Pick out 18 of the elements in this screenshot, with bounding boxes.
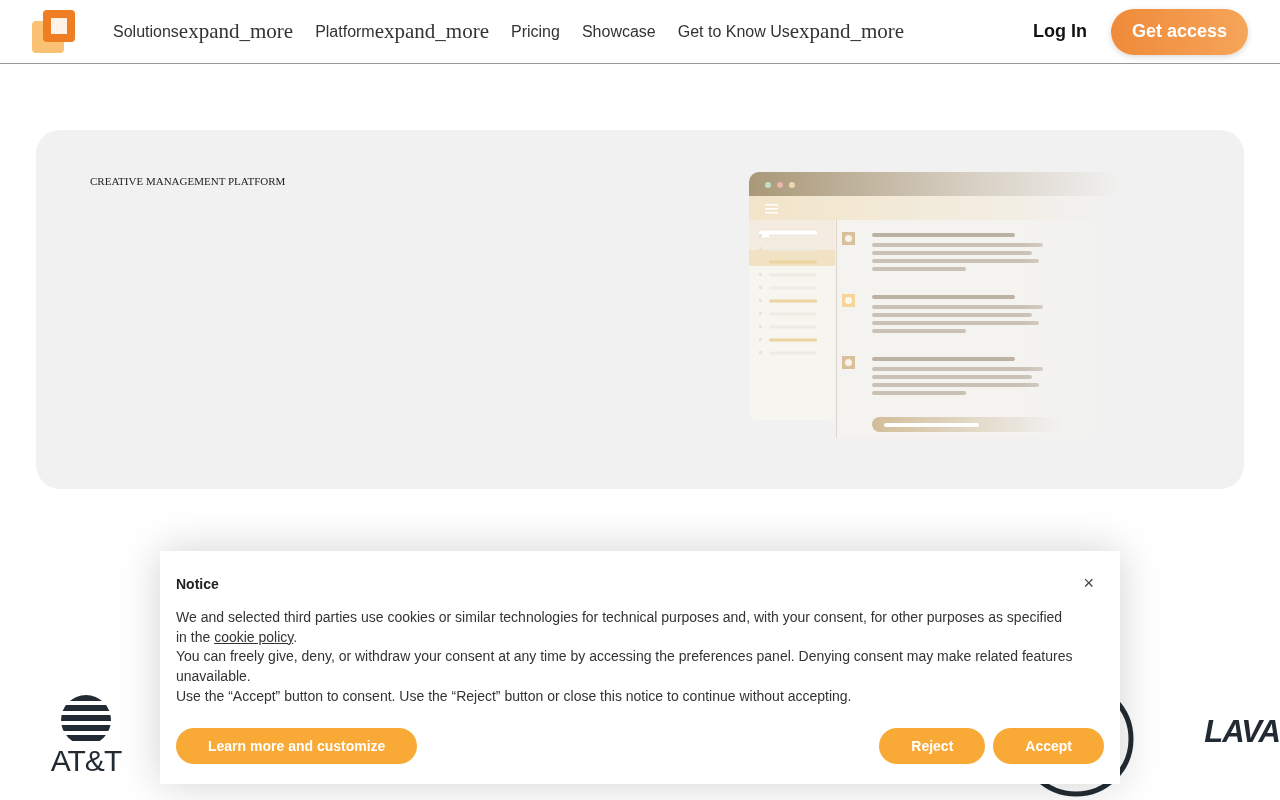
notice-title: Notice [176, 575, 219, 592]
nav-link[interactable]: Pricing [511, 22, 560, 41]
nav-link[interactable]: Get to Know Us [677, 22, 790, 41]
logo-wordmark: LAVA [1204, 714, 1280, 750]
notice-paragraph: We and selected third parties use cookies or similar technologies for technical purposes and, with your consent, for other purposes as specified in the cookie policy. [176, 608, 1064, 647]
nav-link[interactable]: Solutions [113, 22, 179, 41]
eyebrow-label: CREATIVE MANAGEMENT PLATFORM [90, 175, 286, 187]
dropdown-icon-text[interactable]: expand_more [178, 19, 294, 44]
notice-paragraph: Use the “Accept” button to consent. Use the “Reject” button or close this notice to continue without accepting. [176, 686, 853, 706]
notice-paragraph: You can freely give, deny, or withdraw your consent at any time by accessing the preferences panel. Denying consent may make related features unavailable. [176, 647, 1074, 687]
dropdown-icon-text[interactable]: expand_more [374, 19, 489, 44]
logo-icon[interactable] [32, 10, 75, 53]
close-button[interactable]: × [1083, 573, 1104, 594]
nav-link[interactable]: Showcase [581, 22, 656, 41]
login-link[interactable]: Log In [1032, 21, 1087, 42]
nav-link[interactable]: Platform [315, 22, 375, 41]
dropdown-icon-text[interactable]: expand_more [789, 19, 905, 44]
logo-wordmark: AT&T [50, 745, 122, 777]
